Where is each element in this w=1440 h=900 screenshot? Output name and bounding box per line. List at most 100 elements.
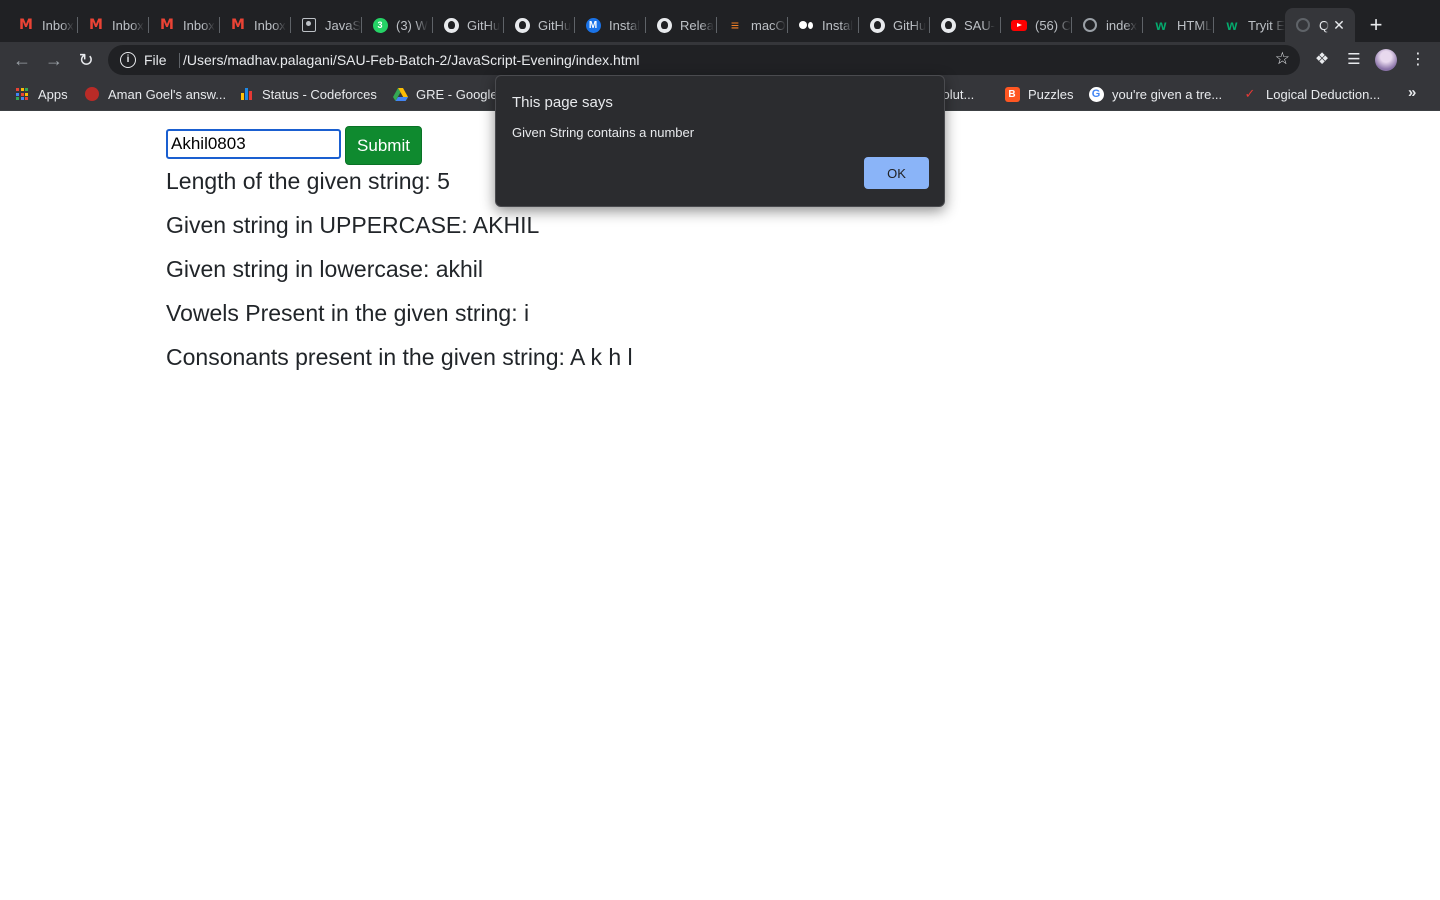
ok-button[interactable]: OK [864,157,929,189]
url-scheme-chip: File [144,52,167,68]
tab-w3schools-tryit[interactable]: w Tryit E [1214,8,1285,42]
gmail-icon: M [89,17,103,33]
tab-title: GitHu [538,17,572,33]
bookmark-gre-google-drive[interactable]: GRE - Google [392,85,498,103]
tab-title: index [1106,17,1138,33]
tab-github-sau[interactable]: SAU- [930,8,1001,42]
tab-title: Inbox [42,17,74,33]
tab-medium[interactable]: Instal [788,8,859,42]
geeksforgeeks-icon: ✓ [1244,86,1256,101]
tab-github-releases[interactable]: Relea [646,8,717,42]
gmail-icon: M [160,17,174,33]
tab-gmail-inbox[interactable]: M Inbox [78,8,149,42]
alert-dialog: This page says Given String contains a n… [495,75,945,207]
contact-card-icon [301,17,317,33]
more-menu-icon[interactable]: ⋮ [1406,48,1430,72]
apps-grid-icon [14,86,30,102]
tab-title: HTML [1177,17,1213,33]
tab-title: macO [751,17,786,33]
w3schools-icon: w [1155,17,1167,33]
extensions-puzzle-icon[interactable]: ❖ [1310,48,1334,72]
tab-github[interactable]: GitHu [504,8,575,42]
forward-arrow-icon[interactable]: → [42,48,66,72]
tab-title: Instal [822,17,854,33]
info-icon[interactable]: i [120,52,136,68]
tab-title: GitHu [893,17,927,33]
globe-icon [1295,17,1311,33]
tab-strip: M Inbox M Inbox M Inbox M Inbox JavaS 3 … [0,0,1440,42]
codeforces-icon [238,86,254,102]
dialog-message: Given String contains a number [512,125,695,140]
bookmark-codeforces[interactable]: Status - Codeforces [238,85,377,103]
bookmark-logical-deduction[interactable]: ✓ Logical Deduction... [1242,85,1381,103]
tab-javascript[interactable]: JavaS [291,8,362,42]
tab-title: Inbox [112,17,144,33]
gmail-icon: M [19,17,33,33]
whatsapp-icon: 3 [372,17,388,33]
m-circle-icon: M [585,17,601,33]
medium-icon [798,17,814,33]
google-drive-icon [392,86,408,102]
back-arrow-icon[interactable]: ← [10,48,34,72]
gmail-icon: M [231,17,245,33]
youtube-icon [1011,17,1027,33]
tab-gmail-inbox[interactable]: M Inbox [8,8,78,42]
github-icon [940,17,956,33]
tab-stackoverflow[interactable]: ≡ macO [717,8,788,42]
address-bar[interactable]: i File /Users/madhav.palagani/SAU-Feb-Ba… [108,45,1300,75]
string-input[interactable] [166,129,341,159]
result-consonants: Consonants present in the given string: … [166,344,633,370]
tab-title: (56) C [1035,17,1072,33]
tab-index[interactable]: index [1072,8,1143,42]
browser-toolbar: ← → ↻ i File /Users/madhav.palagani/SAU-… [0,42,1440,78]
tab-title: Inbox [183,17,215,33]
page-content: Submit Length of the given string: 5 Giv… [0,111,1440,900]
new-tab-button[interactable]: + [1364,13,1388,37]
tab-whatsapp[interactable]: 3 (3) W [362,8,433,42]
tab-youtube[interactable]: (56) C [1001,8,1072,42]
bookmark-star-icon[interactable]: ☆ [1275,49,1290,69]
tab-title: Tryit E [1248,17,1285,33]
close-tab-icon[interactable]: ✕ [1331,17,1347,33]
url-text[interactable]: /Users/madhav.palagani/SAU-Feb-Batch-2/J… [183,52,640,68]
tab-active[interactable]: Q ✕ [1285,8,1355,42]
tab-title: Instal [609,17,641,33]
tab-title: Relea [680,17,714,33]
globe-icon [1082,17,1098,33]
bookmark-google-search[interactable]: G you're given a tre... [1088,85,1222,103]
tab-gmail-inbox[interactable]: M Inbox [220,8,291,42]
github-icon [656,17,672,33]
github-icon [514,17,530,33]
github-icon [443,17,459,33]
result-lowercase: Given string in lowercase: akhil [166,256,484,282]
tab-title: GitHu [467,17,501,33]
stackoverflow-icon: ≡ [730,17,740,33]
tab-install[interactable]: M Instal [575,8,646,42]
reload-icon[interactable]: ↻ [74,48,98,72]
result-length: Length of the given string: 5 [166,168,450,194]
bookmark-apps[interactable]: Apps [14,85,68,103]
github-icon [869,17,885,33]
tab-title: SAU- [964,17,996,33]
profile-avatar[interactable] [1375,49,1397,71]
bookmark-puzzles[interactable]: B Puzzles [1004,85,1074,103]
blogger-icon: B [1004,86,1020,102]
result-uppercase: Given string in UPPERCASE: AKHIL [166,212,540,238]
tab-github[interactable]: GitHu [859,8,930,42]
tab-gmail-inbox[interactable]: M Inbox [149,8,220,42]
tab-title: JavaS [325,17,362,33]
quora-icon [84,86,100,102]
tab-title: Q [1319,17,1330,33]
dialog-title: This page says [512,94,613,111]
bookmark-quora[interactable]: Aman Goel's answ... [84,85,226,103]
tab-title: Inbox [254,17,286,33]
result-vowels: Vowels Present in the given string: i [166,300,530,326]
tab-github[interactable]: GitHu [433,8,504,42]
w3schools-icon: w [1226,17,1238,33]
more-bookmarks-chevron-icon[interactable]: » [1408,84,1416,101]
tab-title: (3) W [396,17,428,33]
tab-w3schools-html[interactable]: w HTML [1143,8,1214,42]
submit-button[interactable]: Submit [345,126,422,165]
google-icon: G [1088,86,1104,102]
media-queue-icon[interactable]: ☰ [1342,48,1366,72]
